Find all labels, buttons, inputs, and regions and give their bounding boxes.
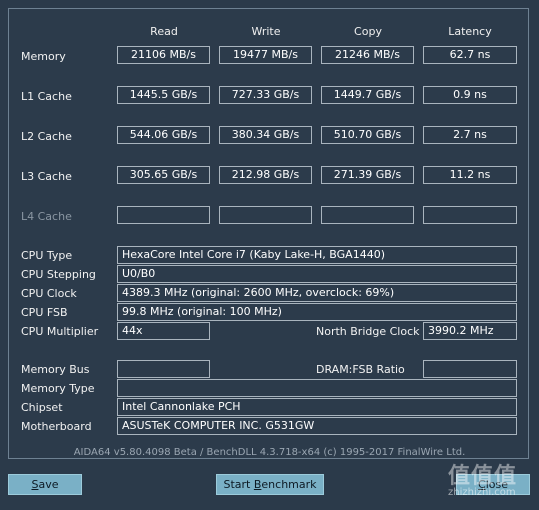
start-button-label: enchmark: [261, 478, 317, 491]
cpu-type-field: HexaCore Intel Core i7 (Kaby Lake-H, BGA…: [117, 246, 517, 264]
motherboard-label: Motherboard: [21, 420, 92, 433]
dram-fsb-ratio-label: DRAM:FSB Ratio: [316, 363, 405, 376]
watermark-site: zhizhizhi.com: [448, 487, 516, 498]
l3-write-field: 212.98 GB/s: [219, 166, 312, 184]
l4-latency-field: [423, 206, 517, 224]
north-bridge-clock-label: North Bridge Clock: [316, 325, 420, 338]
l1-read-field: 1445.5 GB/s: [117, 86, 210, 104]
memory-type-field: [117, 379, 517, 397]
l3-read-field: 305.65 GB/s: [117, 166, 210, 184]
row-label-l3-cache: L3 Cache: [21, 170, 72, 183]
l2-read-field: 544.06 GB/s: [117, 126, 210, 144]
save-button-label: ave: [38, 478, 59, 491]
l1-copy-field: 1449.7 GB/s: [321, 86, 414, 104]
cpu-multiplier-label: CPU Multiplier: [21, 325, 99, 338]
memory-copy-field: 21246 MB/s: [321, 46, 414, 64]
start-benchmark-button[interactable]: Start Benchmark: [216, 474, 324, 495]
cpu-clock-label: CPU Clock: [21, 287, 77, 300]
header-write: Write: [251, 25, 281, 38]
l2-write-field: 380.34 GB/s: [219, 126, 312, 144]
cpu-clock-field: 4389.3 MHz (original: 2600 MHz, overcloc…: [117, 284, 517, 302]
l2-latency-field: 2.7 ns: [423, 126, 517, 144]
aida64-benchmark-window: Read Write Copy Latency Memory 21106 MB/…: [0, 0, 539, 510]
l4-read-field: [117, 206, 210, 224]
l4-write-field: [219, 206, 312, 224]
cpu-type-label: CPU Type: [21, 249, 73, 262]
version-footer: AIDA64 v5.80.4098 Beta / BenchDLL 4.3.71…: [73, 447, 466, 458]
l1-latency-field: 0.9 ns: [423, 86, 517, 104]
cpu-fsb-field: 99.8 MHz (original: 100 MHz): [117, 303, 517, 321]
chipset-field: Intel Cannonlake PCH: [117, 398, 517, 416]
row-label-memory: Memory: [21, 50, 66, 63]
memory-latency-field: 62.7 ns: [423, 46, 517, 64]
row-label-l4-cache: L4 Cache: [21, 210, 72, 223]
l3-latency-field: 11.2 ns: [423, 166, 517, 184]
l4-copy-field: [321, 206, 414, 224]
row-label-l2-cache: L2 Cache: [21, 130, 72, 143]
cpu-fsb-label: CPU FSB: [21, 306, 68, 319]
header-copy: Copy: [354, 25, 382, 38]
cpu-multiplier-field: 44x: [117, 322, 210, 340]
l3-copy-field: 271.39 GB/s: [321, 166, 414, 184]
l2-copy-field: 510.70 GB/s: [321, 126, 414, 144]
chipset-label: Chipset: [21, 401, 63, 414]
north-bridge-clock-field: 3990.2 MHz: [423, 322, 517, 340]
memory-read-field: 21106 MB/s: [117, 46, 210, 64]
motherboard-field: ASUSTeK COMPUTER INC. G531GW: [117, 417, 517, 435]
header-read: Read: [150, 25, 178, 38]
watermark-logo: 值值值: [448, 464, 518, 489]
header-latency: Latency: [448, 25, 492, 38]
save-button[interactable]: Save: [8, 474, 82, 495]
start-button-pre: Start: [223, 478, 254, 491]
memory-bus-label: Memory Bus: [21, 363, 90, 376]
cpu-stepping-label: CPU Stepping: [21, 268, 96, 281]
memory-bus-field: [117, 360, 210, 378]
memory-type-label: Memory Type: [21, 382, 95, 395]
memory-write-field: 19477 MB/s: [219, 46, 312, 64]
dram-fsb-ratio-field: [423, 360, 517, 378]
row-label-l1-cache: L1 Cache: [21, 90, 72, 103]
cpu-stepping-field: U0/B0: [117, 265, 517, 283]
l1-write-field: 727.33 GB/s: [219, 86, 312, 104]
